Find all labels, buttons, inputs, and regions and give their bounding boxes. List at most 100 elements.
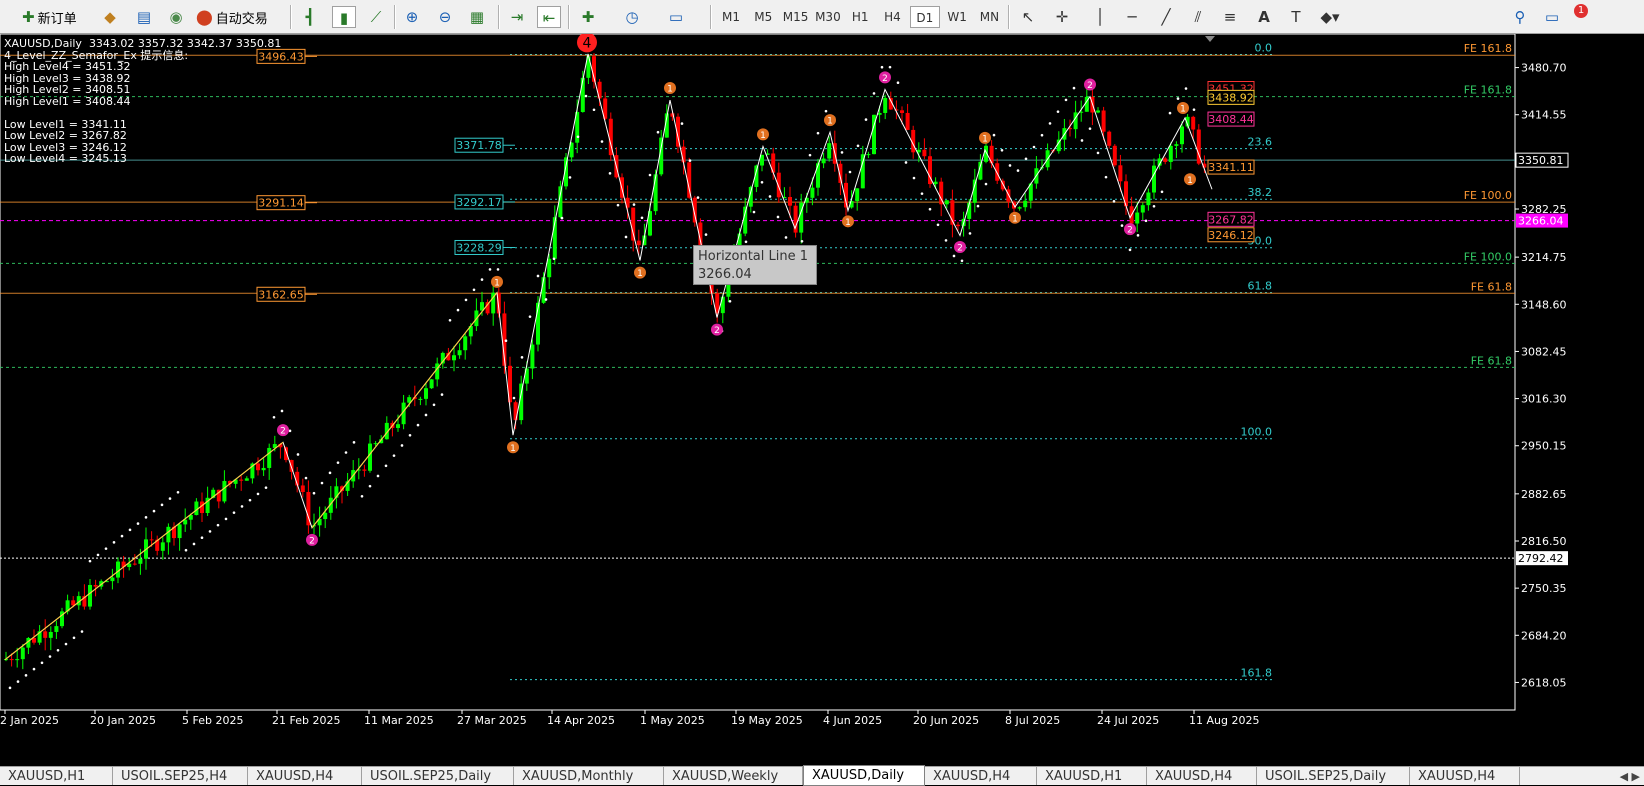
candle-body	[160, 542, 165, 551]
sar-dot	[704, 233, 708, 236]
chart-tab[interactable]: XAUUSD,Weekly	[664, 767, 803, 785]
crosshair-icon[interactable]: ✛	[1050, 6, 1074, 28]
fib-level-label: 0.0	[1255, 42, 1273, 55]
text-label-icon[interactable]: T	[1284, 6, 1308, 28]
sar-dot	[264, 486, 268, 489]
sar-dot	[696, 196, 700, 199]
sar-dot	[352, 441, 356, 444]
zoom-in-icon[interactable]: ⊕	[400, 6, 424, 28]
trendline-icon[interactable]: ╱	[1154, 6, 1178, 28]
tile-windows-icon[interactable]: ▦	[465, 6, 489, 28]
chat-icon[interactable]: ▭	[1540, 6, 1564, 28]
navigator-icon[interactable]: ◉	[164, 6, 188, 28]
sar-dot	[784, 236, 788, 239]
price-tag: 3292.17	[456, 196, 502, 209]
candle-body	[116, 561, 120, 578]
chart-tab[interactable]: USOIL.SEP25,Daily	[1257, 767, 1410, 785]
chart-tab[interactable]: XAUUSD,H1	[1037, 767, 1147, 785]
zoom-out-icon[interactable]: ⊖	[433, 6, 457, 28]
timeframe-m5[interactable]: M5	[748, 6, 778, 28]
timeframe-m1[interactable]: M1	[716, 6, 746, 28]
candle-body	[424, 388, 428, 399]
sar-dot	[1064, 98, 1068, 102]
sar-dot	[864, 118, 868, 121]
candle-body	[110, 577, 115, 582]
candle-body	[513, 402, 518, 421]
indicator-level: Low Level4 = 3245.13	[4, 152, 127, 165]
market-watch-icon[interactable]: ◆	[98, 6, 122, 28]
auto-scroll-icon[interactable]: ⇥	[505, 6, 529, 28]
chart-tab[interactable]: XAUUSD,H4	[925, 767, 1037, 785]
sar-dot	[32, 667, 36, 671]
candle-body	[132, 563, 137, 565]
sar-dot	[328, 471, 332, 475]
candle-body	[933, 181, 938, 185]
sar-dot	[480, 278, 484, 281]
candlestick-icon[interactable]: ▮	[332, 6, 356, 28]
candle-body	[1180, 126, 1184, 145]
search-icon[interactable]: ⚲	[1508, 6, 1532, 28]
chart-tab[interactable]: XAUUSD,H1	[0, 767, 113, 785]
cursor-icon[interactable]: ↖	[1016, 6, 1040, 28]
timeframe-m30[interactable]: M30	[813, 6, 843, 28]
x-tick-label: 19 May 2025	[731, 714, 803, 727]
indicator-levels: High Level4 = 3451.32 High Level3 = 3438.…	[4, 61, 281, 165]
candle-body	[860, 154, 865, 189]
periods-icon[interactable]: ◷	[620, 6, 644, 28]
text-icon[interactable]: A	[1252, 6, 1276, 28]
semafor-label: 1	[982, 134, 988, 144]
vertical-line-icon[interactable]: │	[1088, 6, 1112, 28]
timeframe-m15[interactable]: M15	[781, 6, 811, 28]
chart-tab[interactable]: XAUUSD,Daily	[803, 765, 925, 786]
timeframe-mn[interactable]: MN	[974, 6, 1004, 28]
fe-level-label: FE 61.8	[1471, 354, 1512, 367]
channel-icon[interactable]: ⫽	[1186, 6, 1210, 28]
sar-dot	[584, 94, 588, 98]
sar-dot	[632, 203, 636, 206]
sar-dot	[1128, 248, 1132, 252]
y-tick-label: 3082.45	[1521, 345, 1567, 358]
indicators-icon[interactable]: ✚	[576, 6, 600, 28]
timeframe-h1[interactable]: H1	[845, 6, 875, 28]
sar-dot	[512, 396, 516, 400]
templates-icon[interactable]: ▭	[664, 6, 688, 28]
x-tick-label: 4 Jun 2025	[823, 714, 882, 727]
auto-trading-button[interactable]: ⬤ 自动交易	[196, 3, 268, 31]
data-window-icon[interactable]: ▤	[132, 6, 156, 28]
sar-dot	[976, 204, 980, 208]
auto-trading-label: 自动交易	[215, 11, 268, 27]
sar-dot	[56, 648, 60, 652]
sar-dot	[1048, 122, 1052, 125]
new-order-button[interactable]: ✚ 新订单	[22, 3, 77, 31]
chart-tab[interactable]: XAUUSD,Monthly	[514, 767, 664, 785]
chart-tab[interactable]: XAUUSD,H4	[1410, 767, 1520, 785]
timeframe-h4[interactable]: H4	[878, 6, 908, 28]
fib-level-label: 61.8	[1248, 280, 1273, 293]
horizontal-line-icon[interactable]: ─	[1120, 6, 1144, 28]
chart-tab[interactable]: XAUUSD,H4	[248, 767, 362, 785]
chart-tab[interactable]: USOIL.SEP25,Daily	[362, 767, 514, 785]
fibonacci-icon[interactable]: ≡	[1218, 6, 1242, 28]
semafor-label: 1	[827, 117, 833, 127]
semafor-label: 4	[583, 35, 592, 51]
timeframe-d1[interactable]: D1	[909, 6, 940, 28]
candle-body	[653, 174, 658, 212]
level-tag: 3408.44	[1208, 113, 1254, 126]
sar-dot	[600, 140, 604, 143]
sar-dot	[680, 122, 684, 125]
y-tick-label: 2750.35	[1521, 582, 1567, 595]
chart-tab[interactable]: USOIL.SEP25,H4	[113, 767, 248, 785]
sar-dot	[376, 474, 380, 478]
chart-shift-icon[interactable]: ⇤	[537, 6, 561, 28]
toolbar-separator	[498, 5, 500, 29]
timeframe-w1[interactable]: W1	[942, 6, 972, 28]
tab-scroll-arrows[interactable]: ◀ ▶	[1620, 767, 1640, 786]
bar-chart-icon[interactable]: ┫	[298, 6, 322, 28]
semafor-label: 1	[845, 218, 851, 228]
line-chart-icon[interactable]: ⟋	[364, 6, 388, 28]
chart-tab[interactable]: XAUUSD,H4	[1147, 767, 1257, 785]
sar-dot	[176, 491, 180, 494]
shapes-icon[interactable]: ◆▾	[1318, 6, 1342, 28]
y-tick-label: 3414.55	[1521, 109, 1567, 122]
notification-badge[interactable]: 1	[1574, 4, 1588, 18]
